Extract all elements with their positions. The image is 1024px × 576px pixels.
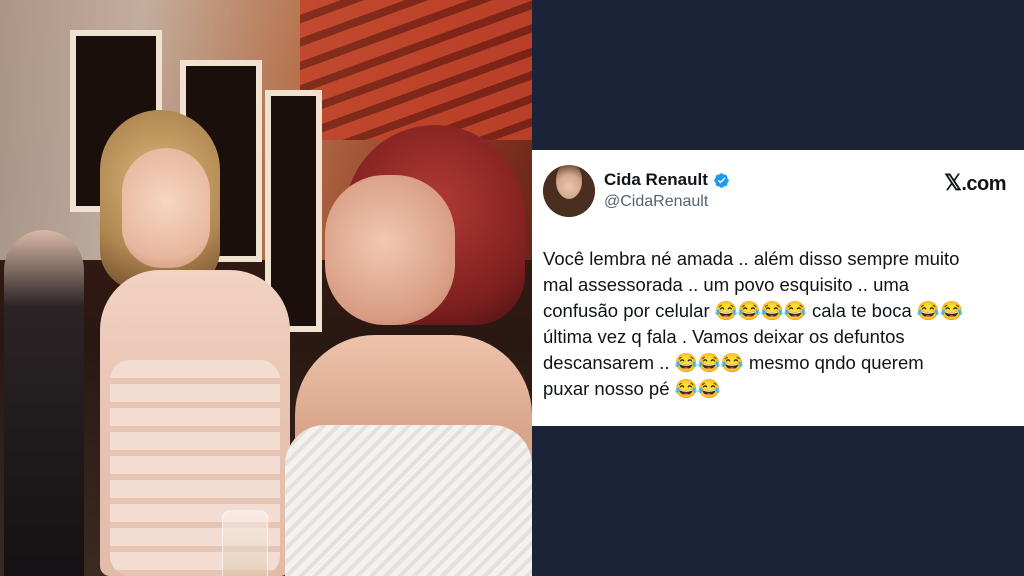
tweet-author-name[interactable]: Cida Renault (604, 170, 730, 190)
photo-ceiling-beams (300, 0, 532, 140)
verified-badge-icon (714, 172, 729, 188)
photo-background-person (4, 230, 84, 576)
background-panel-top (532, 0, 1024, 150)
photo-person-right (285, 125, 532, 576)
background-panel-bottom (532, 426, 1024, 576)
photo-person-left (100, 110, 300, 576)
avatar[interactable] (543, 165, 595, 217)
event-photo (0, 0, 532, 576)
photo-champagne-glass (222, 510, 268, 576)
display-name: Cida Renault (604, 170, 708, 189)
tweet-handle[interactable]: @CidaRenault (604, 193, 708, 211)
x-logo-icon: 𝕏.com (944, 170, 1006, 195)
tweet-text: Você lembra né amada .. além disso sempr… (543, 248, 963, 399)
tweet-card: Cida Renault @CidaRenault 𝕏.com Você lem… (532, 150, 1024, 426)
